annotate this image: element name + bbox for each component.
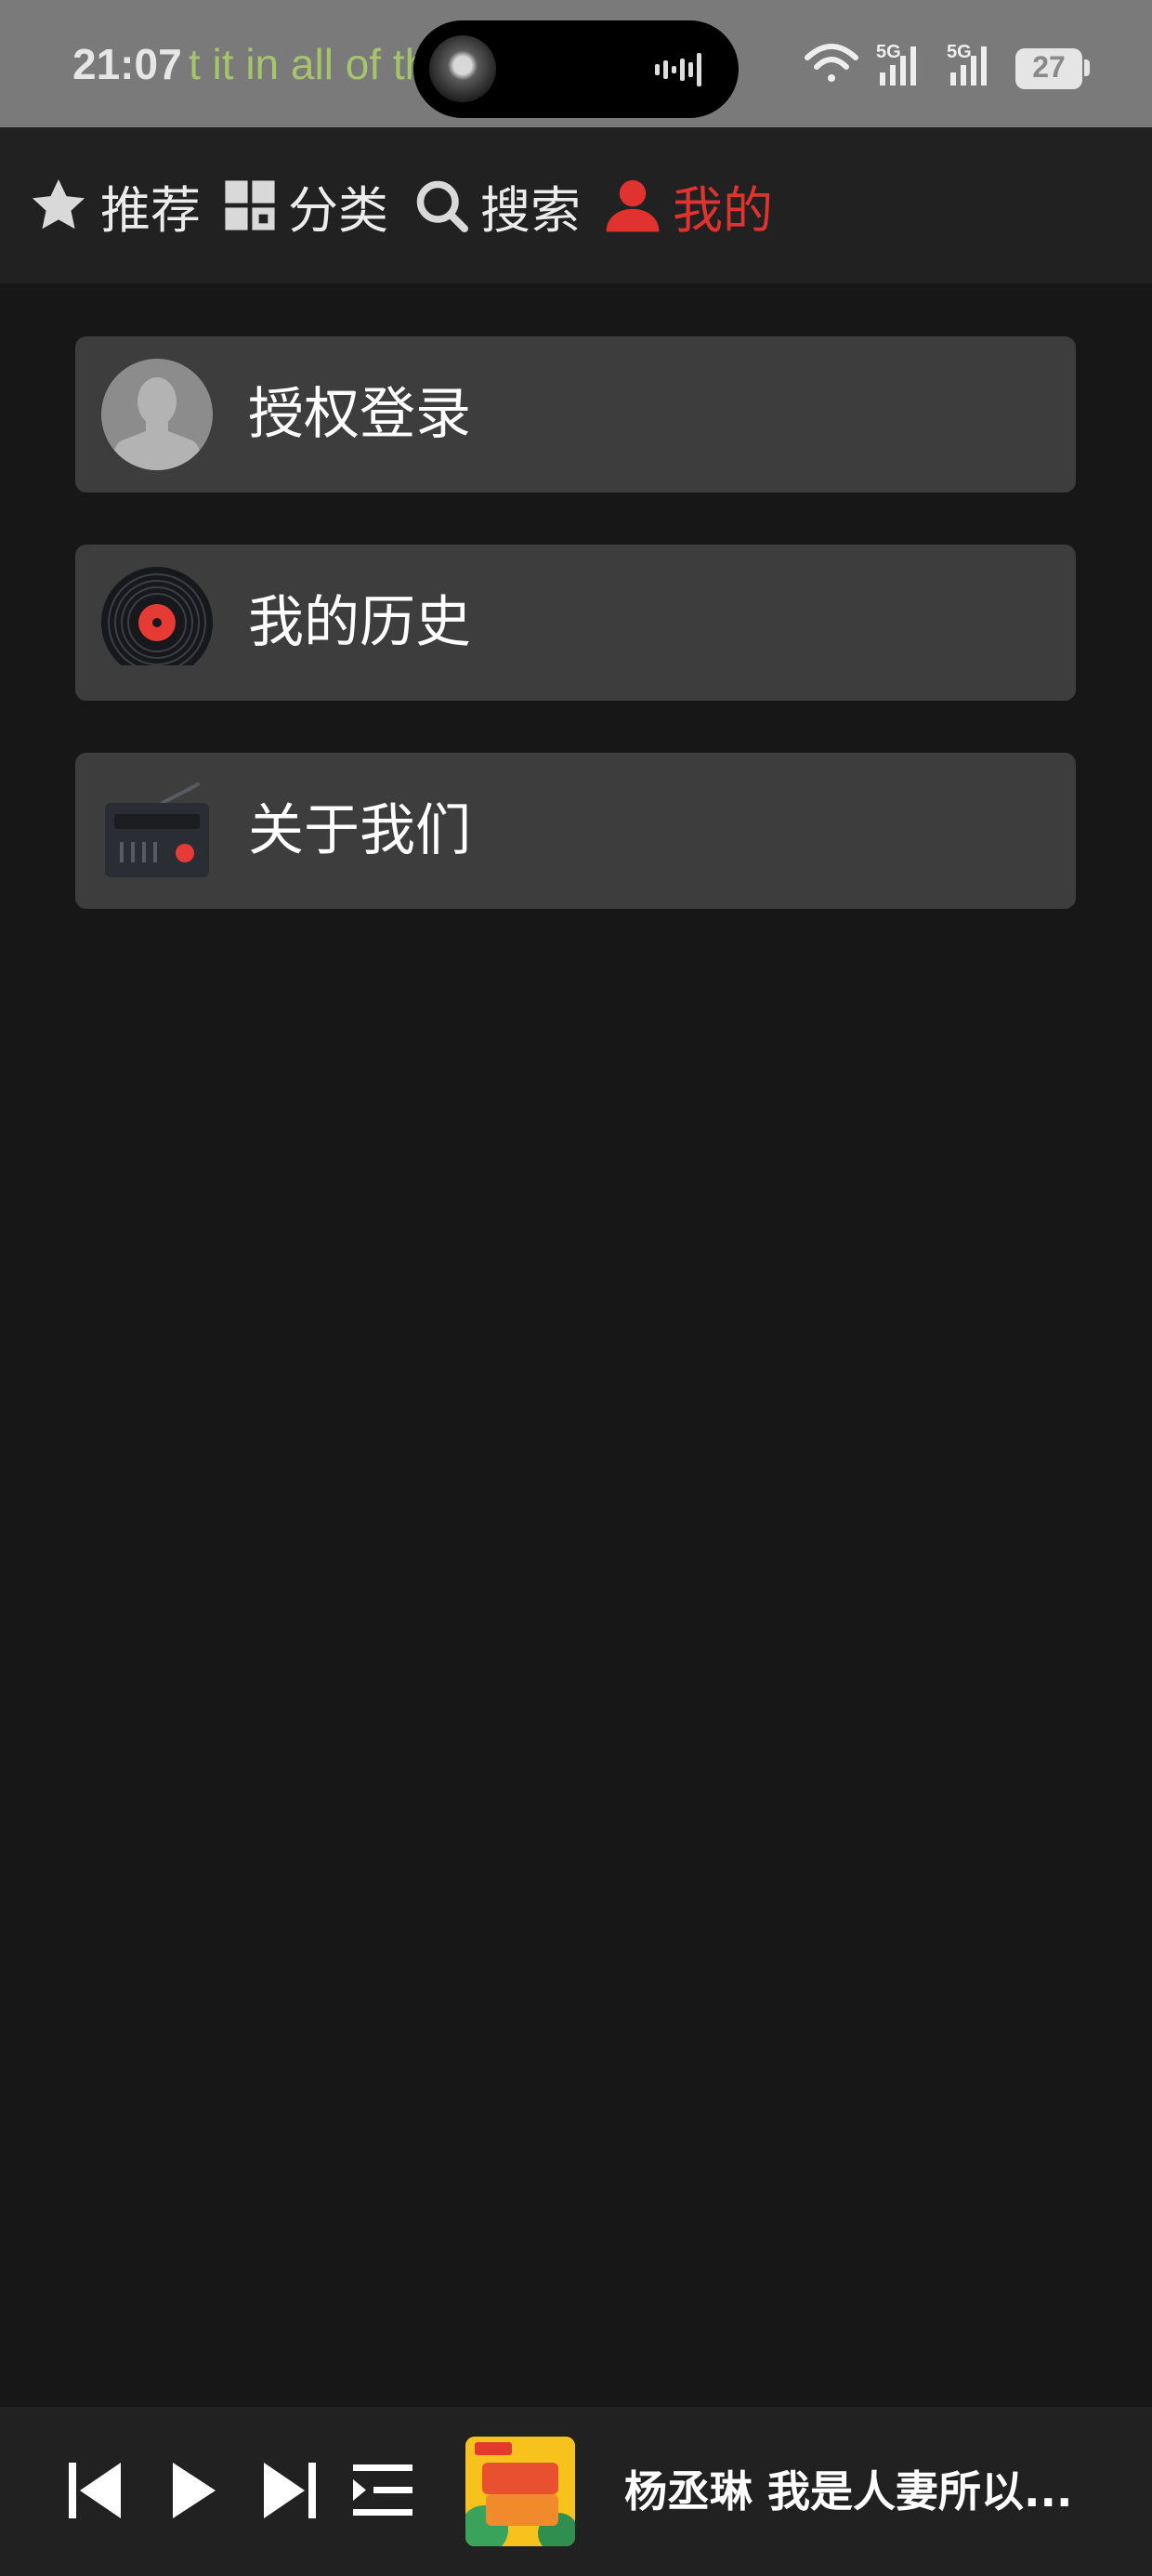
audio-wave-icon <box>655 53 701 86</box>
history-label: 我的历史 <box>248 590 471 655</box>
next-icon[interactable] <box>260 2455 320 2526</box>
tab-recommend[interactable]: 推荐 <box>28 127 201 283</box>
mini-player: 杨丞琳 我是人妻所以... <box>0 2407 1152 2576</box>
dynamic-island[interactable] <box>413 20 739 118</box>
about-label: 关于我们 <box>248 798 471 863</box>
lyrics-marquee: t it in all of th <box>189 40 416 88</box>
status-time: 21:07 <box>72 40 182 88</box>
tab-recommend-label: 推荐 <box>100 180 201 240</box>
previous-icon[interactable] <box>65 2455 124 2526</box>
login-card[interactable]: 授权登录 <box>75 336 1076 493</box>
tab-search[interactable]: 搜索 <box>413 127 581 283</box>
wifi-icon <box>805 44 858 82</box>
network-type-2: 5G <box>947 42 972 62</box>
search-icon <box>416 180 468 232</box>
login-label: 授权登录 <box>248 382 471 447</box>
play-icon[interactable] <box>167 2455 219 2526</box>
tab-search-label: 搜索 <box>480 180 581 240</box>
history-card[interactable]: 我的历史 <box>75 545 1076 701</box>
battery-nub <box>1084 59 1090 76</box>
about-card[interactable]: 关于我们 <box>75 753 1076 909</box>
battery-icon: 27 <box>1015 48 1082 89</box>
status-bar: 21:07 t it in all of th 5G 5G 27 <box>0 0 1152 127</box>
playlist-icon[interactable] <box>351 2455 414 2526</box>
network-type-1: 5G <box>876 42 901 62</box>
avatar-icon <box>101 359 213 470</box>
top-nav: 推荐 分类 搜索 我的 <box>0 127 1152 283</box>
battery-level: 27 <box>1032 50 1066 84</box>
tab-mine[interactable]: 我的 <box>604 127 773 283</box>
grid-icon <box>225 180 275 230</box>
vinyl-record-icon <box>101 567 213 665</box>
star-icon <box>32 178 85 230</box>
signal-icons: 5G 5G <box>805 42 987 85</box>
tab-mine-label: 我的 <box>673 180 773 240</box>
island-album-art-icon <box>429 35 496 102</box>
radio-icon <box>105 782 209 877</box>
album-cover-icon[interactable] <box>465 2437 575 2546</box>
user-icon <box>606 179 660 232</box>
tab-category[interactable]: 分类 <box>223 127 388 283</box>
tab-category-label: 分类 <box>288 180 388 240</box>
now-playing-title[interactable]: 杨丞琳 我是人妻所以... <box>624 2407 1107 2576</box>
